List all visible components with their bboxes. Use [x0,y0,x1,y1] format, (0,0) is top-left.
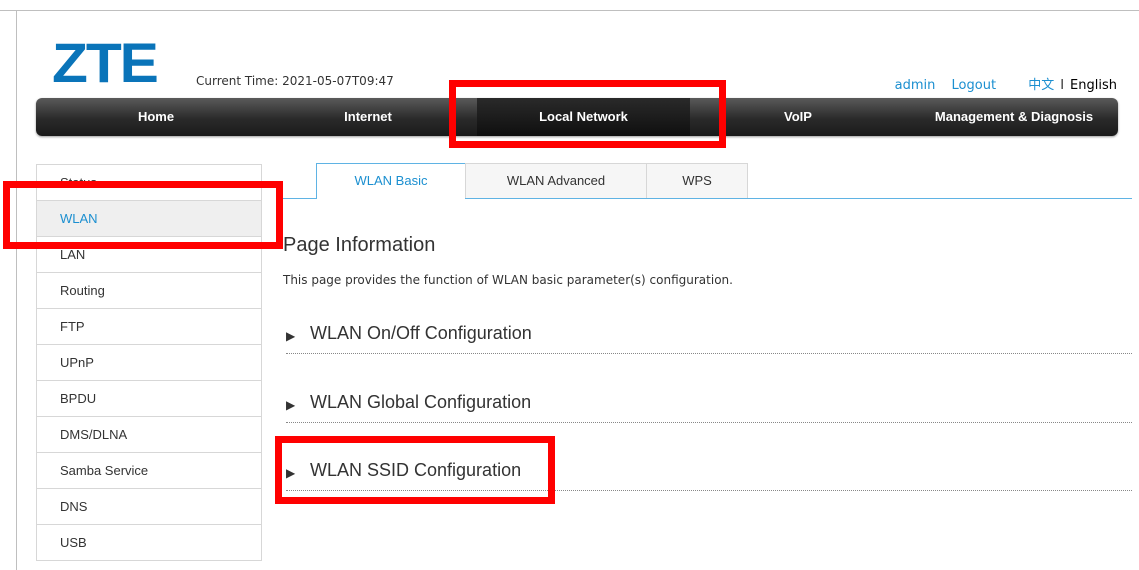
zte-logo: ZTE [52,31,159,94]
tab-wlan-advanced[interactable]: WLAN Advanced [465,163,647,198]
section-wlan-onoff[interactable]: ▶ WLAN On/Off Configuration [286,320,1132,354]
current-time-value: 2021-05-07T09:47 [282,74,394,88]
lang-zh-link[interactable]: 中文 [1028,78,1054,93]
main-nav: Home Internet Local Network VoIP Managem… [36,98,1118,136]
admin-link[interactable]: admin [895,78,936,93]
current-time-label: Current Time: [196,74,283,88]
sidebar-item-lan[interactable]: LAN [37,237,261,273]
nav-voip[interactable]: VoIP [748,98,848,136]
nav-local-network[interactable]: Local Network [477,98,690,136]
sidebar-item-samba[interactable]: Samba Service [37,453,261,489]
nav-home[interactable]: Home [96,98,216,136]
lang-en-link[interactable]: English [1070,78,1117,93]
sidebar: Status WLAN LAN Routing FTP UPnP BPDU DM… [36,164,262,561]
nav-internet[interactable]: Internet [308,98,428,136]
sidebar-item-ftp[interactable]: FTP [37,309,261,345]
expand-arrow-icon: ▶ [286,466,296,480]
sidebar-item-upnp[interactable]: UPnP [37,345,261,381]
sidebar-item-dms-dlna[interactable]: DMS/DLNA [37,417,261,453]
sidebar-item-wlan[interactable]: WLAN [37,201,261,237]
sidebar-item-usb[interactable]: USB [37,525,261,560]
sidebar-item-status[interactable]: Status [37,165,261,201]
sidebar-item-bpdu[interactable]: BPDU [37,381,261,417]
page-frame-left [16,10,17,570]
lang-separator: I [1060,78,1065,93]
top-links: admin Logout 中文 I English [883,74,1117,93]
current-time: Current Time: 2021-05-07T09:47 [196,74,394,88]
sidebar-item-routing[interactable]: Routing [37,273,261,309]
section-label: WLAN Global Configuration [310,392,532,412]
sidebar-item-dns[interactable]: DNS [37,489,261,525]
section-wlan-ssid[interactable]: ▶ WLAN SSID Configuration [286,457,1132,491]
page-title: Page Information [283,234,436,256]
expand-arrow-icon: ▶ [286,398,296,412]
page-frame-top [0,10,1139,11]
tab-wps[interactable]: WPS [646,163,748,198]
section-label: WLAN SSID Configuration [310,460,522,480]
tab-bar: WLAN Basic WLAN Advanced WPS [282,163,1132,199]
nav-management-diagnosis[interactable]: Management & Diagnosis [914,98,1114,136]
page-description: This page provides the function of WLAN … [283,273,733,287]
tab-wlan-basic[interactable]: WLAN Basic [316,163,466,199]
expand-arrow-icon: ▶ [286,329,296,343]
section-wlan-global[interactable]: ▶ WLAN Global Configuration [286,389,1132,423]
logout-link[interactable]: Logout [952,78,997,93]
section-label: WLAN On/Off Configuration [310,323,532,343]
